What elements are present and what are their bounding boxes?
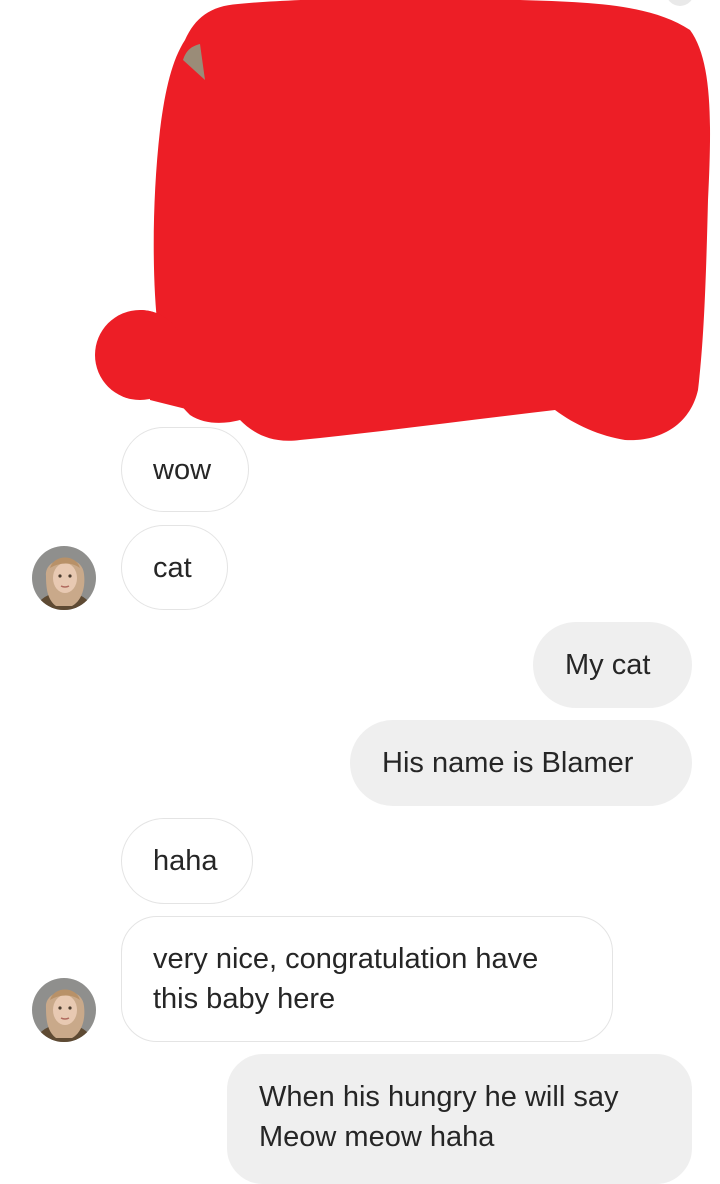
- chat-thread: wow cat My cat His name is Blamer haha v…: [0, 0, 720, 1184]
- contact-avatar-icon[interactable]: [32, 546, 96, 610]
- outgoing-message-bubble[interactable]: My cat: [533, 622, 692, 708]
- redacted-image[interactable]: [0, 0, 720, 450]
- message-text: cat: [153, 552, 192, 584]
- incoming-message-bubble[interactable]: very nice, congratulation have this baby…: [121, 916, 613, 1042]
- message-text: wow: [153, 454, 212, 486]
- message-text: My cat: [565, 649, 651, 681]
- incoming-message-bubble[interactable]: cat: [121, 525, 228, 610]
- outgoing-message-bubble[interactable]: His name is Blamer: [350, 720, 692, 806]
- incoming-message-bubble[interactable]: haha: [121, 818, 253, 904]
- message-text: haha: [153, 845, 218, 877]
- incoming-message-bubble[interactable]: wow: [121, 427, 249, 512]
- message-text: very nice, congratulation have this baby…: [153, 943, 539, 1015]
- message-text: His name is Blamer: [382, 747, 634, 779]
- message-text: When his hungry he will say Meow meow ha…: [259, 1081, 619, 1153]
- outgoing-message-bubble[interactable]: When his hungry he will say Meow meow ha…: [227, 1054, 692, 1184]
- contact-avatar-icon[interactable]: [32, 978, 96, 1042]
